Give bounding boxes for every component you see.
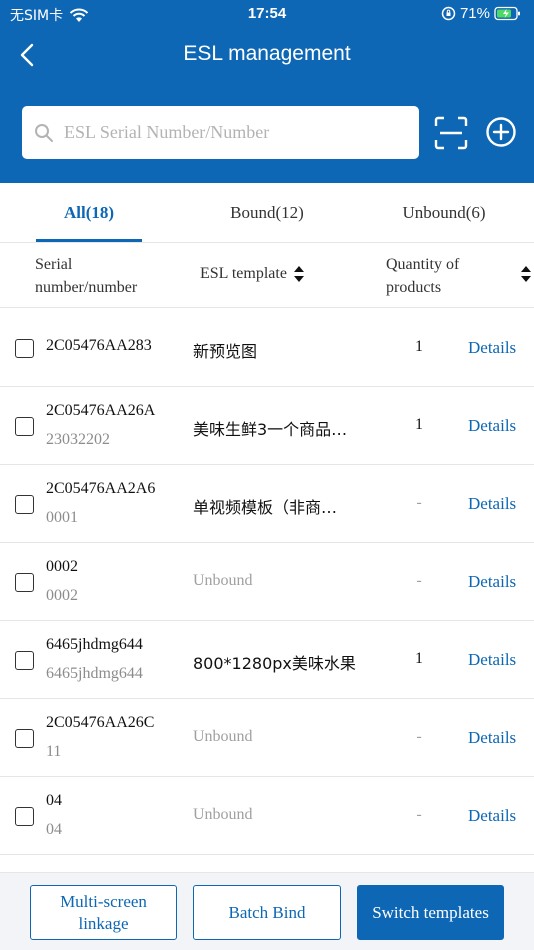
row-serial: 0002 [46, 558, 78, 575]
search-icon [35, 123, 53, 142]
row-checkbox[interactable] [15, 729, 34, 748]
row-checkbox[interactable] [15, 495, 34, 514]
table-row: 2C05476AA2A6 0001 单视频模板（非商… - Details [0, 465, 534, 543]
row-checkbox[interactable] [15, 807, 34, 826]
column-template-label: ESL template [200, 265, 287, 282]
row-checkbox[interactable] [15, 339, 34, 358]
column-serial-line2: number/number [35, 279, 138, 296]
row-serial: 2C05476AA26C [46, 714, 155, 731]
details-link[interactable]: Details [468, 572, 516, 592]
table-row: 04 04 Unbound - Details [0, 777, 534, 855]
row-number: 0002 [46, 587, 78, 604]
column-serial: Serial number/number [35, 253, 175, 299]
row-template: 新预览图 [193, 342, 258, 361]
row-number: 04 [46, 821, 62, 838]
details-link[interactable]: Details [468, 338, 516, 358]
column-quantity-line1: Quantity of [386, 256, 460, 273]
details-link[interactable]: Details [468, 806, 516, 826]
status-bar: 无SIM卡 17:54 71% [0, 0, 534, 28]
active-tab-indicator [36, 239, 142, 242]
table-row: 0002 0002 Unbound - Details [0, 543, 534, 621]
search-input[interactable] [64, 122, 404, 143]
multi-screen-label-line1: Multi-screen [60, 891, 147, 911]
row-template: Unbound [193, 806, 253, 823]
search-box[interactable] [22, 106, 419, 159]
table-header: Serial number/number ESL template Quanti… [0, 244, 534, 308]
orientation-lock-icon [441, 6, 456, 21]
details-link[interactable]: Details [468, 416, 516, 436]
details-link[interactable]: Details [468, 494, 516, 514]
tab-all[interactable]: All(18) [36, 203, 142, 223]
column-template-sort[interactable]: ESL template [200, 264, 305, 284]
table-row: 2C05476AA26A 23032202 美味生鲜3一个商品… 1 Detai… [0, 387, 534, 465]
row-template: 800*1280px美味水果 [193, 654, 356, 673]
table-row: 2C05476AA283 新预览图 1 Details [0, 309, 534, 387]
row-template: Unbound [193, 728, 253, 745]
row-serial: 2C05476AA283 [46, 337, 152, 354]
esl-list: 2C05476AA283 新预览图 1 Details 2C05476AA26A… [0, 309, 534, 855]
row-quantity: - [416, 728, 422, 745]
row-serial: 2C05476AA2A6 [46, 480, 156, 497]
details-link[interactable]: Details [468, 650, 516, 670]
battery-percent: 71% [459, 5, 490, 22]
page-title: ESL management [183, 42, 351, 65]
tab-unbound[interactable]: Unbound(6) [388, 203, 500, 223]
bottom-action-bar: Multi-screen linkage Batch Bind Switch t… [0, 872, 534, 950]
row-quantity: - [416, 572, 422, 589]
row-template: Unbound [193, 572, 253, 589]
status-right: 71% [441, 5, 522, 22]
column-quantity-sort[interactable] [520, 264, 532, 289]
multi-screen-linkage-button[interactable]: Multi-screen linkage [30, 885, 177, 940]
row-template: 美味生鲜3一个商品… [193, 420, 348, 439]
switch-templates-button[interactable]: Switch templates [357, 885, 504, 940]
column-quantity: Quantity of products [386, 253, 496, 299]
sort-icon [521, 266, 531, 282]
multi-screen-label-line2: linkage [78, 913, 129, 933]
row-number: 11 [46, 743, 62, 760]
batch-bind-button[interactable]: Batch Bind [193, 885, 341, 940]
details-link[interactable]: Details [468, 728, 516, 748]
app-header: 无SIM卡 17:54 71% ESL management ESL Seria… [0, 0, 534, 183]
row-serial: 2C05476AA26A [46, 402, 156, 419]
sort-icon [293, 266, 304, 282]
row-number: 23032202 [46, 431, 110, 448]
row-checkbox[interactable] [15, 573, 34, 592]
row-template: 单视频模板（非商… [193, 498, 338, 517]
table-row: 6465jhdmg644 6465jhdmg644 800*1280px美味水果… [0, 621, 534, 699]
battery-charging-icon [494, 6, 520, 21]
add-icon[interactable] [485, 116, 517, 148]
row-serial: 04 [46, 792, 62, 809]
row-quantity: 1 [415, 650, 423, 667]
table-row: 2C05476AA26C 11 Unbound - Details [0, 699, 534, 777]
tab-bound[interactable]: Bound(12) [212, 203, 322, 223]
scan-icon[interactable] [433, 115, 469, 151]
filter-tabs: All(18) Bound(12) Unbound(6) [0, 183, 534, 243]
column-quantity-line2: products [386, 279, 442, 296]
row-checkbox[interactable] [15, 651, 34, 670]
column-serial-line1: Serial [35, 256, 73, 273]
row-quantity: 1 [415, 338, 423, 355]
row-quantity: - [416, 494, 422, 511]
row-quantity: - [416, 806, 422, 823]
row-quantity: 1 [415, 416, 423, 433]
row-serial: 6465jhdmg644 [46, 636, 143, 653]
row-number: 6465jhdmg644 [46, 665, 143, 682]
row-number: 0001 [46, 509, 78, 526]
row-checkbox[interactable] [15, 417, 34, 436]
